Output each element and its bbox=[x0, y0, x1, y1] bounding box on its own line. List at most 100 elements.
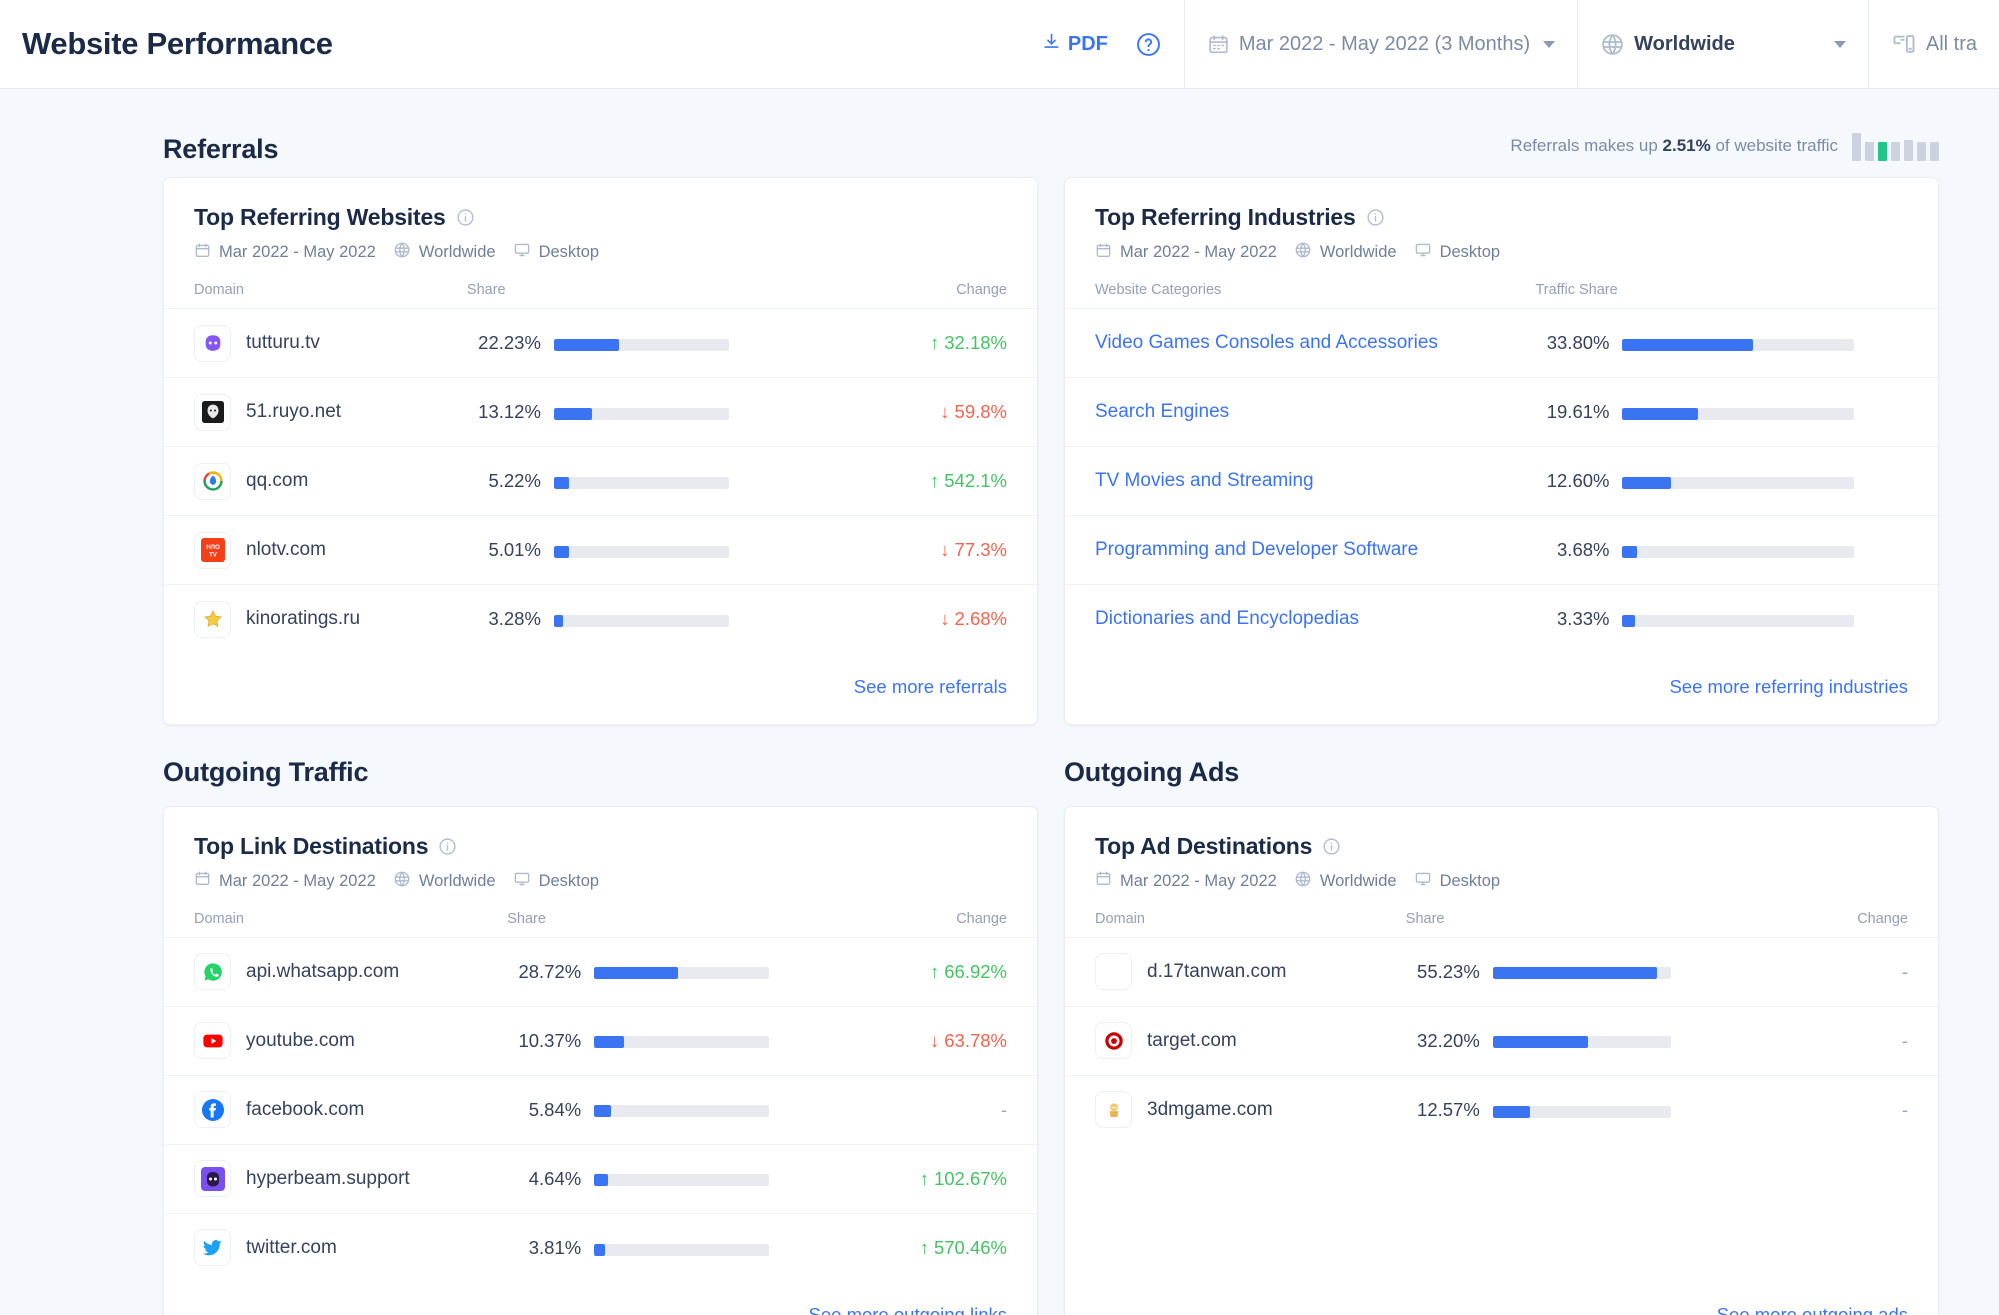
note-value: 2.51% bbox=[1663, 136, 1711, 155]
table-row[interactable]: hyperbeam.support4.64%↑102.67% bbox=[164, 1144, 1037, 1213]
info-icon[interactable] bbox=[438, 837, 457, 856]
table-row[interactable]: Video Games Consoles and Accessories33.8… bbox=[1065, 309, 1938, 378]
table-row[interactable]: facebook.com5.84%- bbox=[164, 1075, 1037, 1144]
category-link[interactable]: TV Movies and Streaming bbox=[1095, 470, 1314, 491]
chevron-down-icon bbox=[1543, 41, 1555, 48]
domain-label[interactable]: target.com bbox=[1147, 1030, 1237, 1052]
pdf-label: PDF bbox=[1068, 33, 1108, 56]
info-icon[interactable] bbox=[1322, 837, 1341, 856]
calendar-icon bbox=[194, 242, 211, 264]
share-bar-track bbox=[554, 477, 729, 489]
domain-label[interactable]: nlotv.com bbox=[246, 539, 326, 561]
table-row[interactable]: Search Engines 19.61% bbox=[1065, 378, 1938, 447]
table-row[interactable]: TV Movies and Streaming12.60% bbox=[1065, 447, 1938, 516]
ad-destinations-table: Domain Share Change d.17tanwan.com55.23%… bbox=[1065, 911, 1938, 1145]
help-circle-icon[interactable] bbox=[1135, 31, 1162, 58]
domain-label[interactable]: 3dmgame.com bbox=[1147, 1099, 1273, 1121]
share-value: 3.33% bbox=[1535, 608, 1609, 630]
calendar-icon bbox=[1095, 870, 1112, 892]
share-bar-track bbox=[1493, 967, 1671, 979]
domain-label[interactable]: youtube.com bbox=[246, 1030, 355, 1052]
share-bar-track bbox=[1493, 1036, 1671, 1048]
table-row[interactable]: 51.ruyo.net13.12%↓59.8% bbox=[164, 378, 1037, 447]
device-selector[interactable]: All tra bbox=[1869, 0, 1999, 89]
share-bar-fill bbox=[594, 1036, 624, 1048]
app-header: Website Performance PDF bbox=[0, 0, 1999, 89]
domain-label[interactable]: tutturu.tv bbox=[246, 332, 320, 354]
see-more-outgoing-ads-link[interactable]: See more outgoing ads bbox=[1717, 1304, 1908, 1315]
referring-industries-table: Website Categories Traffic Share Video G… bbox=[1065, 282, 1938, 654]
info-icon[interactable] bbox=[1366, 208, 1385, 227]
domain-cell: youtube.com bbox=[164, 1006, 507, 1075]
export-pdf-button[interactable]: PDF bbox=[1042, 32, 1108, 57]
note-suffix: of website traffic bbox=[1711, 136, 1838, 155]
change-value: ↑66.92% bbox=[930, 961, 1007, 982]
share-value: 28.72% bbox=[507, 961, 581, 983]
domain-label[interactable]: d.17tanwan.com bbox=[1147, 961, 1286, 983]
table-row[interactable]: tutturu.tv 22.23%↑32.18% bbox=[164, 309, 1037, 378]
category-link[interactable]: Video Games Consoles and Accessories bbox=[1095, 332, 1438, 353]
domain-label[interactable]: facebook.com bbox=[246, 1099, 364, 1121]
see-more-industries-link[interactable]: See more referring industries bbox=[1669, 676, 1908, 697]
svg-text:TV: TV bbox=[209, 552, 218, 559]
table-row[interactable]: api.whatsapp.com 28.72% ↑66.92% bbox=[164, 937, 1037, 1006]
country-selector[interactable]: Worldwide bbox=[1578, 0, 1868, 89]
card-footer: See more outgoing links bbox=[164, 1282, 1037, 1315]
traffic-share-cell: 19.61% bbox=[1535, 378, 1938, 447]
domain-label[interactable]: hyperbeam.support bbox=[246, 1168, 410, 1190]
share-bar-track bbox=[594, 1036, 769, 1048]
share-cell: 55.23% bbox=[1406, 937, 1814, 1006]
table-row[interactable]: d.17tanwan.com55.23%- bbox=[1065, 937, 1938, 1006]
category-link[interactable]: Programming and Developer Software bbox=[1095, 539, 1418, 560]
category-cell: TV Movies and Streaming bbox=[1065, 447, 1535, 516]
share-bar-fill bbox=[554, 546, 569, 558]
traffic-share-cell: 3.33% bbox=[1535, 585, 1938, 654]
col-share: Share bbox=[467, 282, 872, 309]
card-filters: Mar 2022 - May 2022 Worldwide Desktop bbox=[1095, 870, 1908, 893]
traffic-minibar bbox=[1878, 142, 1887, 161]
see-more-referrals-link[interactable]: See more referrals bbox=[854, 676, 1007, 697]
tutturu-favicon bbox=[194, 325, 231, 362]
domain-label[interactable]: kinoratings.ru bbox=[246, 608, 360, 630]
table-row[interactable]: youtube.com10.37%↓63.78% bbox=[164, 1006, 1037, 1075]
hyperbeam-favicon bbox=[194, 1160, 231, 1197]
table-row[interactable]: twitter.com3.81%↑570.46% bbox=[164, 1213, 1037, 1282]
table-row[interactable]: 3dmgame.com12.57%- bbox=[1065, 1075, 1938, 1144]
referrals-title: Referrals bbox=[163, 134, 278, 165]
category-link[interactable]: Search Engines bbox=[1095, 401, 1229, 422]
traffic-minibar bbox=[1904, 140, 1913, 161]
info-icon[interactable] bbox=[456, 208, 475, 227]
nlotv-favicon: НЛОTV bbox=[194, 532, 231, 569]
date-range-selector[interactable]: Mar 2022 - May 2022 (3 Months) bbox=[1185, 0, 1577, 89]
category-link[interactable]: Dictionaries and Encyclopedias bbox=[1095, 608, 1359, 629]
domain-label[interactable]: 51.ruyo.net bbox=[246, 401, 341, 423]
arrow-down-icon: ↓ bbox=[940, 401, 949, 422]
share-bar-fill bbox=[1622, 339, 1753, 351]
domain-label[interactable]: api.whatsapp.com bbox=[246, 961, 399, 983]
share-value: 13.12% bbox=[467, 401, 541, 423]
chevron-down-icon bbox=[1834, 41, 1846, 48]
table-row[interactable]: Programming and Developer Software3.68% bbox=[1065, 516, 1938, 585]
col-domain: Domain bbox=[164, 282, 467, 309]
change-cell: ↑32.18% bbox=[872, 309, 1037, 378]
table-row[interactable]: kinoratings.ru3.28%↓2.68% bbox=[164, 585, 1037, 654]
share-bar-fill bbox=[1622, 477, 1671, 489]
change-value: - bbox=[1902, 1099, 1908, 1120]
share-bar-fill bbox=[1493, 1036, 1589, 1048]
domain-cell: facebook.com bbox=[164, 1075, 507, 1144]
card-filters: Mar 2022 - May 2022 Worldwide Desktop bbox=[194, 870, 1007, 893]
see-more-outgoing-links-link[interactable]: See more outgoing links bbox=[809, 1304, 1007, 1315]
col-change: Change bbox=[1814, 911, 1938, 938]
domain-label[interactable]: qq.com bbox=[246, 470, 308, 492]
table-row[interactable]: target.com32.20%- bbox=[1065, 1006, 1938, 1075]
globe-icon bbox=[393, 241, 411, 264]
share-cell: 22.23% bbox=[467, 309, 872, 378]
table-row[interactable]: НЛОTVnlotv.com5.01%↓77.3% bbox=[164, 516, 1037, 585]
change-cell: ↓77.3% bbox=[872, 516, 1037, 585]
note-prefix: Referrals makes up bbox=[1510, 136, 1662, 155]
calendar-icon bbox=[1207, 33, 1230, 56]
table-row[interactable]: qq.com5.22%↑542.1% bbox=[164, 447, 1037, 516]
domain-label[interactable]: twitter.com bbox=[246, 1237, 337, 1259]
table-row[interactable]: Dictionaries and Encyclopedias 3.33% bbox=[1065, 585, 1938, 654]
card-device-label: Desktop bbox=[1440, 872, 1501, 891]
